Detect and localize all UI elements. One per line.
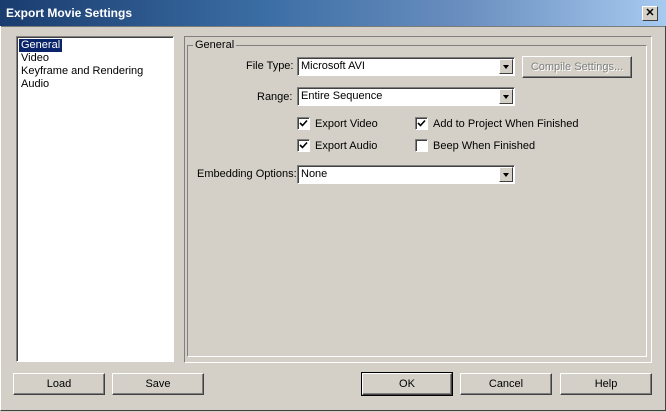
close-icon: ✕ bbox=[645, 7, 655, 19]
group-title: General bbox=[193, 39, 237, 51]
checkmark-icon bbox=[299, 141, 308, 149]
export-audio-checkbox[interactable] bbox=[297, 139, 310, 152]
embedding-options-dropdown[interactable]: None bbox=[297, 165, 515, 184]
cancel-button[interactable]: Cancel bbox=[460, 373, 552, 395]
range-value: Entire Sequence bbox=[301, 90, 383, 102]
beep-checkbox[interactable] bbox=[415, 139, 428, 152]
embedding-options-label: Embedding Options: bbox=[197, 168, 297, 180]
category-item-general[interactable]: General bbox=[19, 39, 63, 52]
chevron-down-icon[interactable] bbox=[499, 167, 513, 182]
window-title: Export Movie Settings bbox=[6, 6, 133, 20]
category-item-keyframe-rendering[interactable]: Keyframe and Rendering bbox=[19, 65, 145, 78]
category-item-video[interactable]: Video bbox=[19, 52, 51, 65]
range-label: Range: bbox=[257, 91, 293, 103]
export-video-label: Export Video bbox=[315, 118, 378, 130]
close-button[interactable]: ✕ bbox=[642, 6, 658, 21]
chevron-down-icon[interactable] bbox=[499, 89, 513, 104]
add-to-project-checkbox[interactable] bbox=[415, 117, 428, 130]
category-list[interactable]: General Video Keyframe and Rendering Aud… bbox=[16, 36, 174, 362]
add-to-project-label: Add to Project When Finished bbox=[433, 118, 579, 130]
ok-button[interactable]: OK bbox=[361, 372, 453, 396]
file-type-label: File Type: bbox=[246, 60, 294, 72]
file-type-value: Microsoft AVI bbox=[301, 60, 365, 72]
chevron-down-icon[interactable] bbox=[499, 59, 513, 74]
save-button[interactable]: Save bbox=[112, 373, 204, 395]
file-type-dropdown[interactable]: Microsoft AVI bbox=[297, 57, 515, 76]
title-bar: Export Movie Settings ✕ bbox=[0, 0, 666, 27]
range-dropdown[interactable]: Entire Sequence bbox=[297, 87, 515, 106]
load-button[interactable]: Load bbox=[13, 373, 105, 395]
checkmark-icon bbox=[417, 119, 426, 127]
category-item-audio[interactable]: Audio bbox=[19, 78, 51, 91]
help-button[interactable]: Help bbox=[560, 373, 652, 395]
export-audio-label: Export Audio bbox=[315, 140, 378, 152]
settings-panel: General bbox=[184, 36, 652, 363]
compile-settings-button[interactable]: Compile Settings... bbox=[522, 56, 632, 78]
embedding-options-value: None bbox=[301, 168, 328, 180]
beep-label: Beep When Finished bbox=[433, 140, 536, 152]
export-video-checkbox[interactable] bbox=[297, 117, 310, 130]
checkmark-icon bbox=[299, 119, 308, 127]
